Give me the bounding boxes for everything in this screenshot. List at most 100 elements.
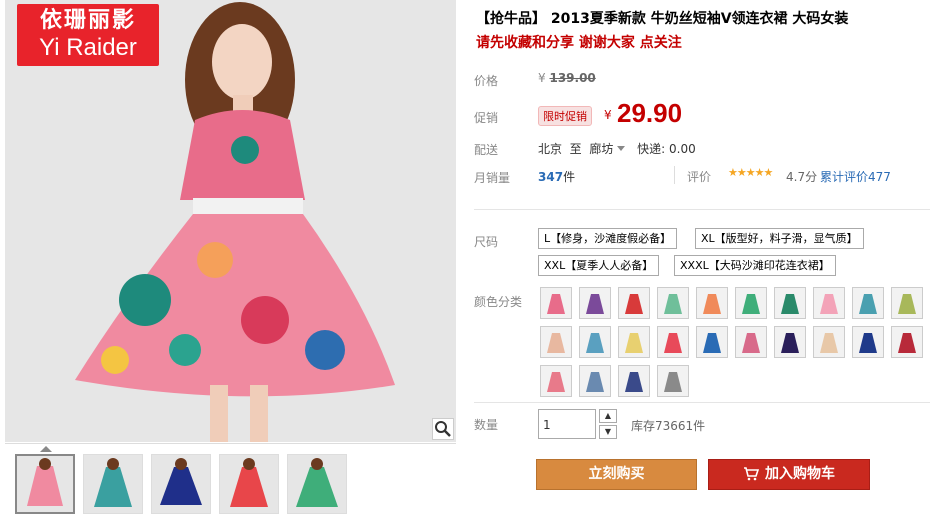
size-option-xxl[interactable]: XXL【夏季人人必备】: [538, 255, 660, 276]
dress-model-photo: [5, 0, 456, 442]
monthly-sales: 347件: [538, 168, 575, 185]
swatch-image: [541, 366, 571, 396]
color-swatch[interactable]: [540, 365, 572, 397]
thumbnail-image: [152, 455, 210, 513]
stock-count: 库存73661件: [631, 419, 706, 433]
color-swatch[interactable]: [540, 326, 572, 358]
color-swatch[interactable]: [657, 326, 689, 358]
swatch-image: [619, 327, 649, 357]
ship-to-word: 至: [569, 142, 582, 156]
size-label: 尺码: [474, 235, 499, 249]
swatch-image: [853, 327, 883, 357]
swatch-image: [658, 288, 688, 318]
ship-from: 北京: [538, 142, 563, 156]
rating-label: 评价: [687, 170, 712, 184]
thumbnail-5[interactable]: [287, 454, 347, 514]
swatch-image: [775, 288, 805, 318]
thumbnail-image: [84, 455, 142, 513]
promo-tag-badge: 限时促销: [538, 106, 592, 126]
monthly-sales-count: 347: [538, 170, 564, 184]
color-swatch[interactable]: [852, 287, 884, 319]
color-swatch[interactable]: [540, 287, 572, 319]
color-swatch[interactable]: [891, 287, 923, 319]
section-divider: [474, 209, 930, 210]
swatch-image: [814, 288, 844, 318]
add-to-cart-label: 加入购物车: [765, 466, 835, 482]
promo-label: 促销: [474, 111, 499, 125]
magnifier-icon: [435, 421, 451, 437]
color-swatch[interactable]: [813, 326, 845, 358]
product-title: 【抢牛品】 2013夏季新款 牛奶丝短袖V领连衣裙 大码女装: [476, 11, 849, 27]
swatch-image: [580, 288, 610, 318]
color-swatch[interactable]: [891, 326, 923, 358]
section-divider: [474, 402, 930, 403]
buy-now-button[interactable]: 立刻购买: [536, 459, 697, 490]
gallery-divider: [5, 443, 456, 444]
color-swatch[interactable]: [618, 326, 650, 358]
color-swatch[interactable]: [696, 287, 728, 319]
color-label: 颜色分类: [474, 295, 523, 309]
thumbnail-1[interactable]: [15, 454, 75, 514]
color-swatch[interactable]: [657, 287, 689, 319]
brand-logo-en: Yi Raider: [39, 34, 137, 61]
star-rating-icon: ★★★★★: [728, 166, 773, 179]
original-price: ¥ 139.00: [538, 71, 596, 85]
promo-price: 29.90: [617, 98, 683, 128]
swatch-image: [658, 327, 688, 357]
promo-currency: ¥: [604, 108, 612, 122]
swatch-image: [541, 288, 571, 318]
chevron-down-icon[interactable]: [617, 146, 626, 151]
shipping-info: 北京 至 廊坊 快递: 0.00: [538, 140, 696, 157]
thumbnail-4[interactable]: [219, 454, 279, 514]
thumbnail-3[interactable]: [151, 454, 211, 514]
color-swatch[interactable]: [579, 365, 611, 397]
main-product-image[interactable]: 依珊丽影 Yi Raider: [5, 0, 456, 442]
quantity-input[interactable]: 1: [538, 409, 596, 439]
color-swatch[interactable]: [696, 326, 728, 358]
ship-destination-select[interactable]: 廊坊: [589, 142, 613, 156]
swatch-image: [814, 327, 844, 357]
quantity-increase-button[interactable]: ▲: [599, 409, 617, 423]
cart-icon: [744, 467, 760, 481]
size-option-xxxl[interactable]: XXXL【大码沙滩印花连衣裙】: [674, 255, 836, 276]
color-swatch[interactable]: [657, 365, 689, 397]
monthly-sales-label: 月销量: [474, 171, 511, 185]
color-swatch[interactable]: [618, 287, 650, 319]
swatch-image: [541, 327, 571, 357]
original-price-value: 139.00: [549, 71, 596, 85]
stat-divider: [674, 166, 675, 184]
swatch-image: [736, 327, 766, 357]
thumbnail-image: [17, 456, 73, 512]
rating-score: 4.7分: [786, 170, 818, 184]
color-swatch[interactable]: [813, 287, 845, 319]
zoom-button[interactable]: [432, 418, 454, 440]
quantity-label: 数量: [474, 418, 499, 432]
thumbnail-caret-icon: [40, 446, 52, 452]
color-swatch[interactable]: [579, 326, 611, 358]
swatch-image: [619, 288, 649, 318]
swatch-image: [736, 288, 766, 318]
product-subtitle: 请先收藏和分享 谢谢大家 点关注: [476, 35, 682, 51]
color-swatch[interactable]: [579, 287, 611, 319]
size-option-l[interactable]: L【修身，沙滩度假必备】: [538, 228, 678, 249]
swatch-image: [580, 366, 610, 396]
brand-logo-cn: 依珊丽影: [39, 8, 136, 33]
color-swatch[interactable]: [735, 326, 767, 358]
color-swatch[interactable]: [735, 287, 767, 319]
price-label: 价格: [474, 74, 499, 88]
quantity-decrease-button[interactable]: ▼: [599, 425, 617, 439]
swatch-image: [892, 327, 922, 357]
review-count-link[interactable]: 累计评价477: [820, 168, 891, 185]
size-option-xl[interactable]: XL【版型好，料子滑，显气质】: [695, 228, 864, 249]
color-swatch[interactable]: [774, 287, 806, 319]
swatch-image: [580, 327, 610, 357]
color-swatch[interactable]: [618, 365, 650, 397]
thumbnail-image: [288, 455, 346, 513]
thumbnail-2[interactable]: [83, 454, 143, 514]
swatch-image: [658, 366, 688, 396]
swatch-image: [697, 288, 727, 318]
color-swatch[interactable]: [852, 326, 884, 358]
add-to-cart-button[interactable]: 加入购物车: [708, 459, 870, 490]
color-swatch[interactable]: [774, 326, 806, 358]
original-price-currency: ¥: [538, 71, 546, 85]
